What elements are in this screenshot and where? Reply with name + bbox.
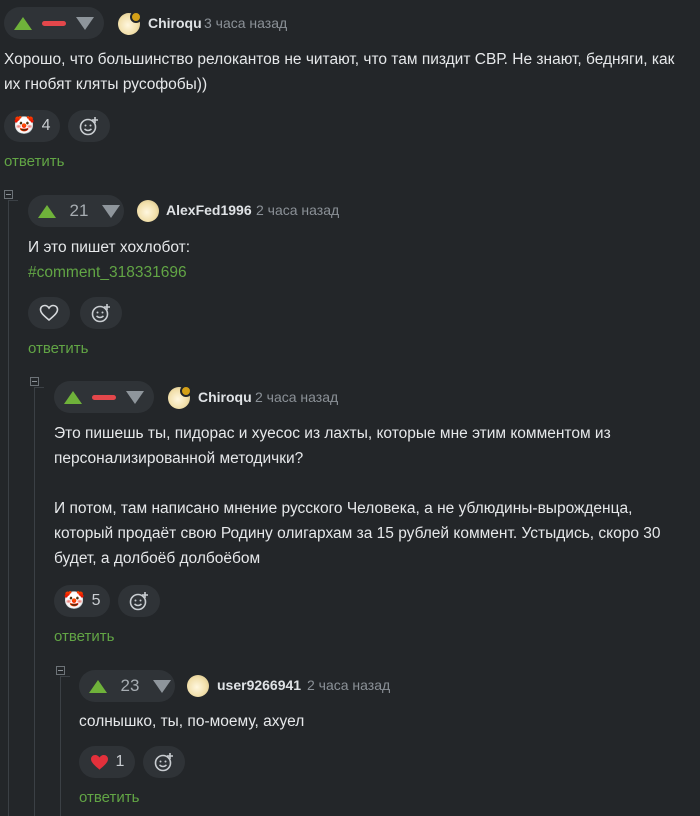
vote-widget <box>54 381 154 413</box>
reaction-button[interactable]: 1 <box>79 746 135 778</box>
score: 23 <box>120 676 140 695</box>
text-line: который продаёт свою Родину олигархам за… <box>54 525 661 542</box>
thread-line <box>8 200 9 816</box>
text-line: персонализированной методички? <box>54 450 304 467</box>
smiley-plus-icon <box>79 117 98 136</box>
upvote-icon[interactable] <box>89 679 107 693</box>
username[interactable]: user9266941 <box>217 677 301 693</box>
clown-emoji-icon: 🤡 <box>63 591 85 610</box>
text-line: Хорошо, что большинство релокантов не чи… <box>4 51 675 68</box>
negative-rating-icon <box>42 20 66 26</box>
reaction-button[interactable]: 🤡 4 <box>4 110 60 142</box>
reaction-count: 1 <box>115 753 125 770</box>
add-reaction-button[interactable] <box>143 746 185 778</box>
username[interactable]: Chiroqu <box>198 389 252 405</box>
reaction-button[interactable]: 🤡 5 <box>54 585 110 617</box>
text-line: И это пишет хохлобот: <box>28 239 191 256</box>
reply-link[interactable]: ответить <box>54 628 114 645</box>
reaction-count: 5 <box>91 592 101 609</box>
clown-emoji-icon: 🤡 <box>13 116 35 135</box>
upvote-icon[interactable] <box>64 390 82 404</box>
text-line: будет, а долбоёб долбоёбом <box>54 550 261 567</box>
heart-outline-icon <box>39 304 59 322</box>
negative-rating-icon <box>92 394 116 400</box>
avatar[interactable] <box>137 200 159 222</box>
avatar[interactable] <box>118 11 142 35</box>
text-line: их гнобят кляты русофобы)) <box>4 76 208 93</box>
comment-text: И это пишет хохлобот: #comment_318331696 <box>28 235 688 285</box>
timestamp[interactable]: 2 часа назад <box>255 389 338 405</box>
like-button[interactable] <box>28 297 70 329</box>
text-line <box>54 471 694 496</box>
downvote-icon[interactable] <box>126 390 144 404</box>
timestamp[interactable]: 2 часа назад <box>256 202 339 218</box>
vote-widget <box>4 7 104 39</box>
smiley-plus-icon <box>91 304 110 323</box>
text-line: И потом, там написано мнение русского Че… <box>54 500 633 517</box>
thread-line <box>8 200 18 201</box>
smiley-plus-icon <box>129 592 148 611</box>
downvote-icon[interactable] <box>102 204 120 218</box>
thread-line <box>60 676 61 816</box>
reply-link[interactable]: ответить <box>28 340 88 357</box>
thread-line <box>34 387 35 816</box>
comment-text: Это пишешь ты, пидорас и хуесос из лахты… <box>54 421 694 571</box>
reply-link[interactable]: ответить <box>4 153 64 170</box>
thread-line <box>34 387 44 388</box>
reaction-count: 4 <box>41 117 51 134</box>
comment-text: Хорошо, что большинство релокантов не чи… <box>4 47 694 97</box>
avatar[interactable] <box>187 675 209 697</box>
thread-line <box>60 676 70 677</box>
upvote-icon[interactable] <box>38 204 56 218</box>
collapse-toggle[interactable] <box>4 190 13 199</box>
add-reaction-button[interactable] <box>80 297 122 329</box>
comment-link[interactable]: #comment_318331696 <box>28 260 688 285</box>
collapse-toggle[interactable] <box>56 666 65 675</box>
add-reaction-button[interactable] <box>118 585 160 617</box>
username[interactable]: Chiroqu <box>148 15 202 31</box>
text-line: Это пишешь ты, пидорас и хуесос из лахты… <box>54 425 611 442</box>
collapse-toggle[interactable] <box>30 377 39 386</box>
timestamp[interactable]: 3 часа назад <box>204 15 287 31</box>
avatar[interactable] <box>168 385 192 409</box>
downvote-icon[interactable] <box>76 16 94 30</box>
red-heart-icon <box>90 754 108 770</box>
downvote-icon[interactable] <box>153 679 171 693</box>
smiley-plus-icon <box>154 753 173 772</box>
vote-widget: 21 <box>28 195 124 227</box>
score: 21 <box>69 201 89 220</box>
upvote-icon[interactable] <box>14 16 32 30</box>
text-line: солнышко, ты, по-моему, ахуел <box>79 713 305 730</box>
add-reaction-button[interactable] <box>68 110 110 142</box>
reply-link[interactable]: ответить <box>79 789 139 806</box>
timestamp[interactable]: 2 часа назад <box>307 677 390 693</box>
vote-widget: 23 <box>79 670 175 702</box>
username[interactable]: AlexFed1996 <box>166 202 252 218</box>
comment-text: солнышко, ты, по-моему, ахуел <box>79 709 679 734</box>
